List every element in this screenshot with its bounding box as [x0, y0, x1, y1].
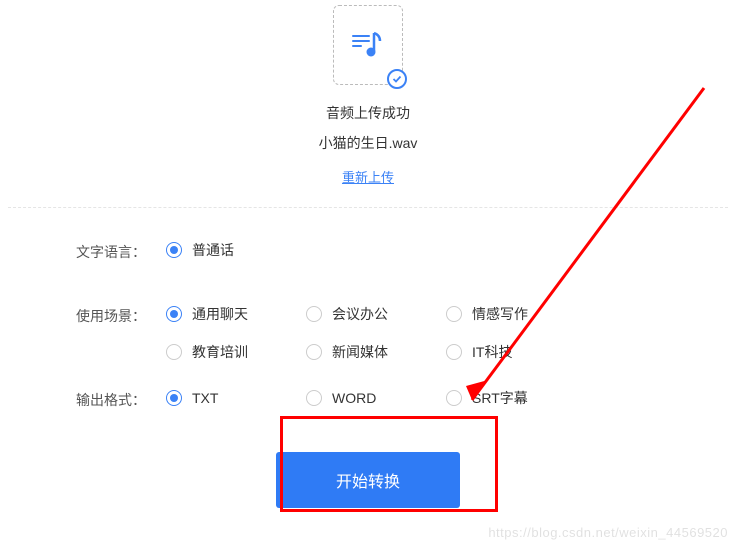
radio-emotional-writing[interactable]: 情感写作 [446, 304, 586, 324]
radio-label: IT科技 [472, 342, 512, 362]
radio-label: 会议办公 [332, 304, 388, 324]
uploaded-filename: 小猫的生日.wav [0, 133, 736, 153]
radio-icon [306, 306, 322, 322]
radio-label: 通用聊天 [192, 304, 248, 324]
format-radio-group: TXT WORD SRT字幕 [166, 388, 586, 426]
radio-education-training[interactable]: 教育培训 [166, 342, 306, 362]
radio-label: 教育培训 [192, 342, 248, 362]
radio-icon [166, 390, 182, 406]
radio-meeting-office[interactable]: 会议办公 [306, 304, 446, 324]
radio-srt[interactable]: SRT字幕 [446, 388, 586, 408]
submit-wrapper: 开始转换 [76, 452, 660, 508]
scenario-radio-group: 通用聊天 会议办公 情感写作 教育培训 新闻媒体 IT科技 [166, 304, 586, 362]
upload-success-check-icon [387, 69, 407, 89]
conversion-form: 文字语言： 普通话 使用场景： 通用聊天 会议办公 情感写作 [0, 208, 736, 508]
radio-label: 情感写作 [472, 304, 528, 324]
radio-general-chat[interactable]: 通用聊天 [166, 304, 306, 324]
start-conversion-button[interactable]: 开始转换 [276, 452, 460, 508]
upload-status-text: 音频上传成功 [0, 103, 736, 123]
radio-putonghua[interactable]: 普通话 [166, 240, 306, 260]
radio-icon [306, 344, 322, 360]
format-label: 输出格式： [76, 388, 166, 410]
radio-icon [166, 344, 182, 360]
radio-icon [446, 344, 462, 360]
radio-label: WORD [332, 390, 376, 406]
radio-icon [306, 390, 322, 406]
radio-word[interactable]: WORD [306, 388, 446, 408]
reupload-link[interactable]: 重新上传 [342, 167, 394, 186]
radio-news-media[interactable]: 新闻媒体 [306, 342, 446, 362]
radio-icon [446, 390, 462, 406]
scenario-label: 使用场景： [76, 304, 166, 326]
radio-txt[interactable]: TXT [166, 388, 306, 408]
radio-icon [166, 306, 182, 322]
radio-label: 普通话 [192, 240, 234, 260]
radio-label: SRT字幕 [472, 388, 528, 408]
upload-section: 音频上传成功 小猫的生日.wav 重新上传 [0, 0, 736, 187]
radio-label: 新闻媒体 [332, 342, 388, 362]
language-row: 文字语言： 普通话 [76, 240, 660, 278]
radio-label: TXT [192, 390, 218, 406]
radio-icon [446, 306, 462, 322]
format-row: 输出格式： TXT WORD SRT字幕 [76, 388, 660, 426]
language-label: 文字语言： [76, 240, 166, 262]
watermark-text: https://blog.csdn.net/weixin_44569520 [488, 525, 728, 540]
scenario-row: 使用场景： 通用聊天 会议办公 情感写作 教育培训 新闻媒体 [76, 304, 660, 362]
radio-it-tech[interactable]: IT科技 [446, 342, 586, 362]
file-icon-wrapper [333, 5, 403, 85]
language-radio-group: 普通话 [166, 240, 306, 278]
radio-icon [166, 242, 182, 258]
